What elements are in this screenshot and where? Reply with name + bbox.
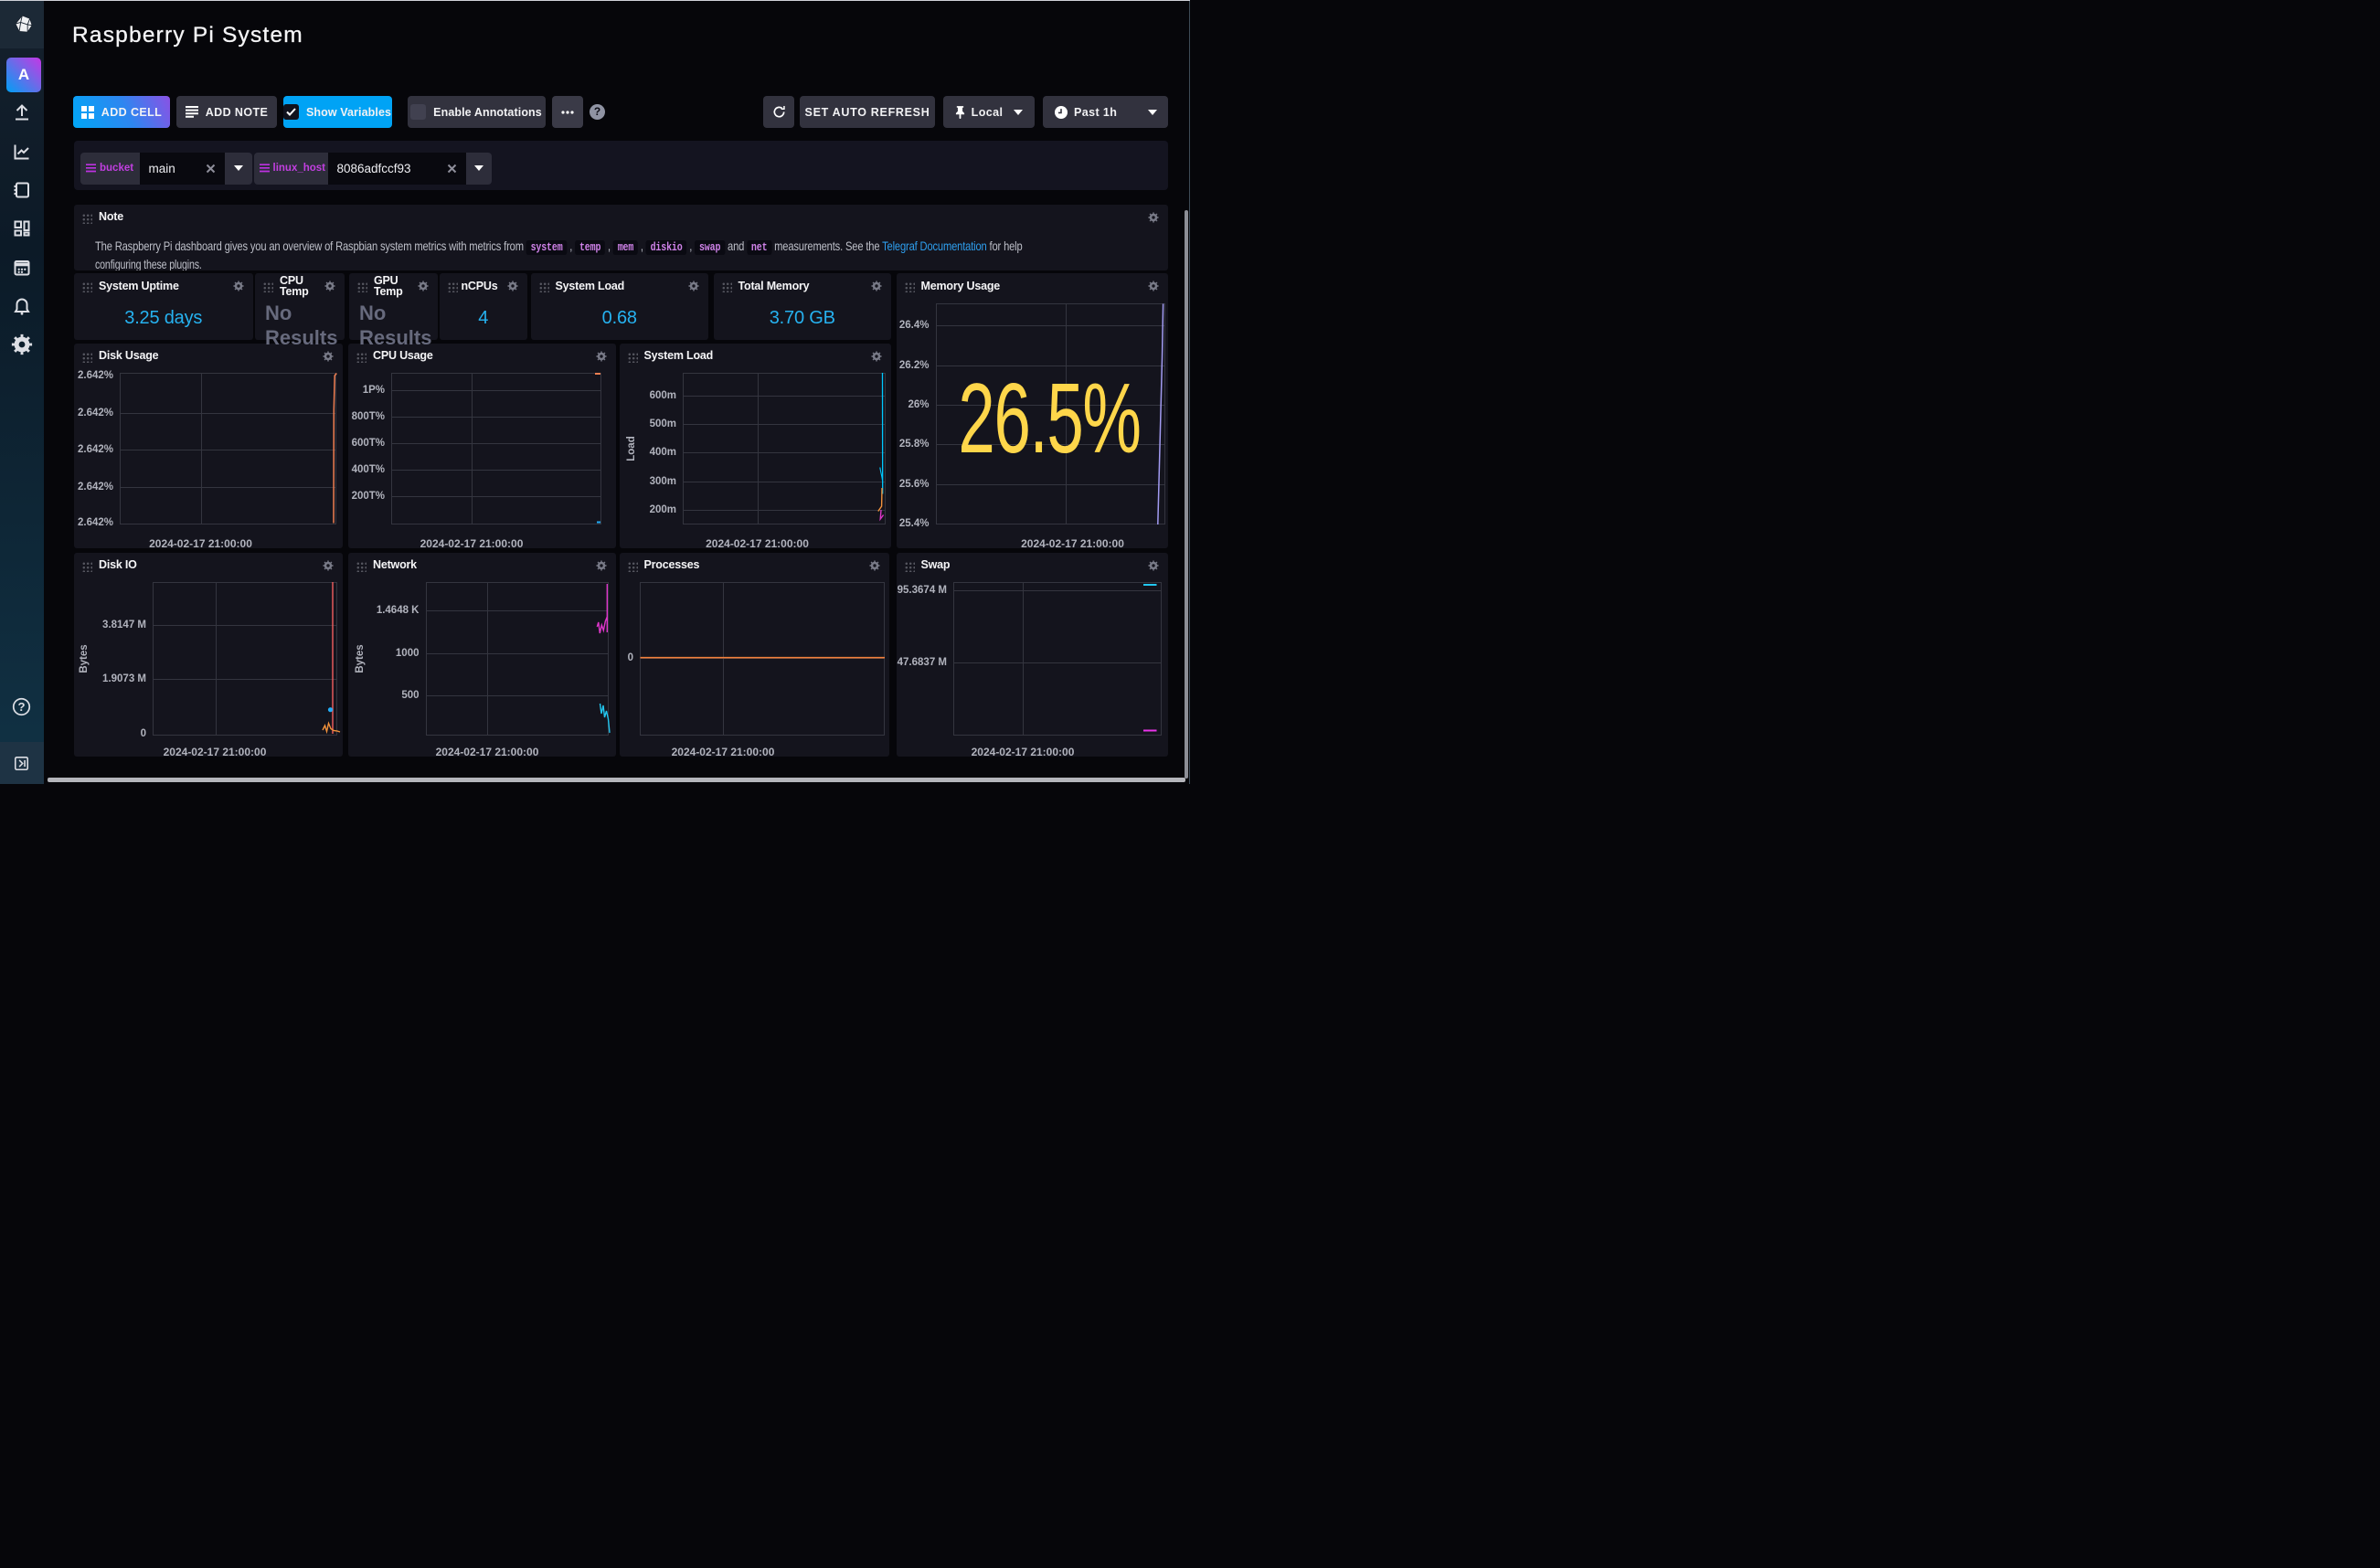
svg-text:?: ? bbox=[17, 700, 25, 714]
